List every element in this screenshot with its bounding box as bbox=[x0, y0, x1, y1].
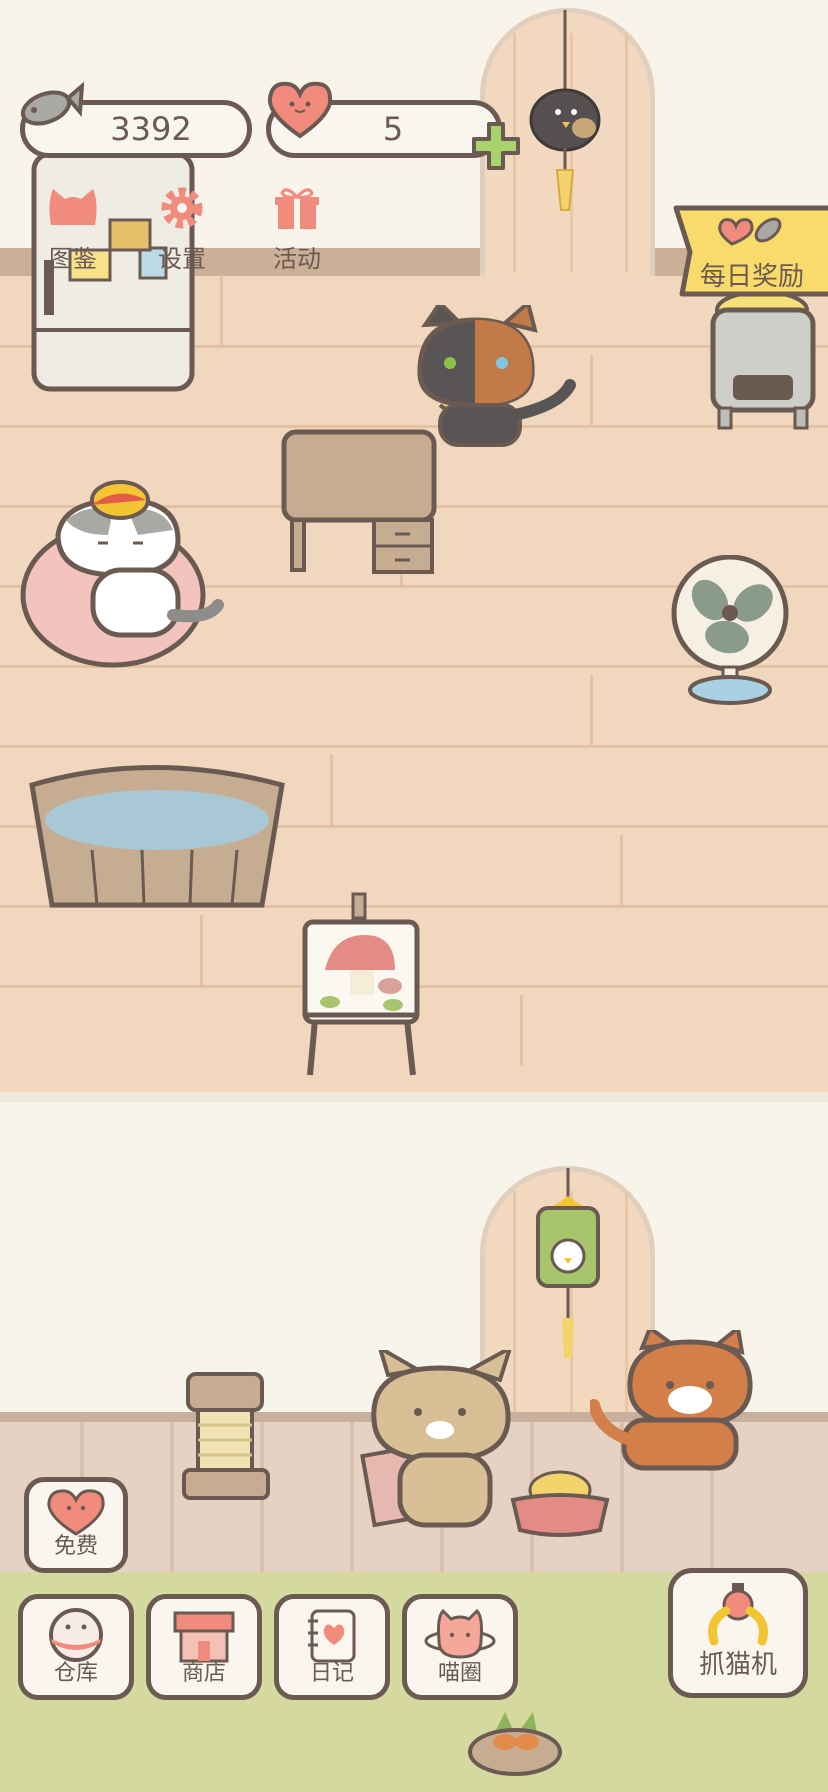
cat-circle-label: 喵圈 bbox=[437, 1661, 482, 1686]
diary-label: 日记 bbox=[309, 1661, 354, 1686]
encyclopedia-label: 图鉴 bbox=[49, 245, 97, 273]
free-label: 免费 bbox=[53, 1534, 98, 1559]
floor-plank-joint bbox=[590, 675, 593, 745]
cat-face-icon bbox=[49, 189, 97, 225]
events-label: 活动 bbox=[273, 245, 321, 273]
floor-plank-joint bbox=[330, 755, 333, 825]
rice-cooker[interactable] bbox=[705, 280, 820, 430]
carrot-basket[interactable] bbox=[465, 1712, 565, 1782]
crow-wind-chime[interactable] bbox=[520, 10, 610, 220]
upper-room bbox=[0, 0, 828, 1095]
claw-machine-button[interactable]: 抓猫机 bbox=[668, 1568, 808, 1698]
ginger-tabby-cat[interactable] bbox=[590, 1330, 775, 1475]
wooden-bathtub[interactable] bbox=[22, 755, 292, 920]
free-reward-button[interactable]: 免费 bbox=[24, 1477, 128, 1573]
claw-icon bbox=[708, 1583, 768, 1646]
gear-icon bbox=[161, 187, 203, 229]
settings-button[interactable]: 设置 bbox=[137, 185, 227, 274]
fence-board bbox=[170, 1422, 174, 1582]
claw-machine-label: 抓猫机 bbox=[698, 1650, 777, 1680]
floor-plank-joint bbox=[520, 995, 523, 1065]
floor-plank-joint bbox=[200, 915, 203, 985]
wooden-desk[interactable] bbox=[280, 428, 440, 578]
shop-label: 商店 bbox=[181, 1661, 226, 1686]
fence-board bbox=[350, 1422, 354, 1582]
encyclopedia-button[interactable]: 图鉴 bbox=[28, 185, 118, 274]
events-button[interactable]: 活动 bbox=[252, 185, 342, 274]
floor-plank-joint bbox=[620, 835, 623, 905]
heart-icon bbox=[267, 81, 333, 139]
floor-plank-joint bbox=[220, 275, 223, 345]
heart-count-value: 5 bbox=[382, 110, 404, 148]
diary-button[interactable]: 日记 bbox=[274, 1594, 390, 1700]
fish-icon bbox=[20, 81, 84, 126]
mushroom-painting-easel[interactable] bbox=[295, 890, 430, 1080]
cap-cat-on-cushion[interactable] bbox=[18, 475, 228, 670]
door-plank bbox=[625, 33, 628, 273]
scratching-post[interactable] bbox=[180, 1370, 275, 1505]
add-hearts-button[interactable] bbox=[470, 120, 522, 172]
settings-label: 设置 bbox=[158, 245, 206, 273]
storage-button[interactable]: 仓库 bbox=[18, 1594, 134, 1700]
gift-icon bbox=[275, 188, 319, 229]
fish-count-value: 3392 bbox=[110, 110, 192, 148]
electric-fan[interactable] bbox=[665, 555, 795, 705]
shop-button[interactable]: 商店 bbox=[146, 1594, 262, 1700]
daily-reward-label: 每日奖励 bbox=[700, 262, 805, 292]
cat-circle-button[interactable]: 喵圈 bbox=[402, 1594, 518, 1700]
room-divider bbox=[0, 1092, 828, 1102]
storage-label: 仓库 bbox=[53, 1661, 98, 1686]
floor-plank-joint bbox=[590, 355, 593, 425]
floor-plank-line bbox=[0, 745, 828, 748]
